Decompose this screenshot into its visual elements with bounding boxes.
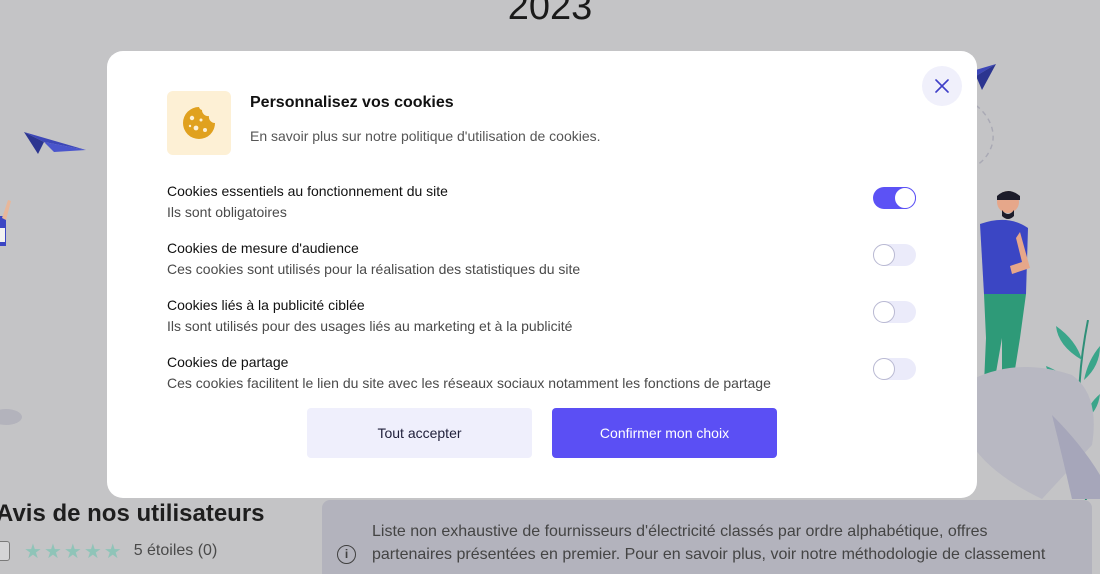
toggle-sharing[interactable] xyxy=(873,358,916,380)
cookie-preferences-modal: Personnalisez vos cookies En savoir plus… xyxy=(107,51,977,498)
ranking-info-text: Liste non exhaustive de fournisseurs d'é… xyxy=(372,523,1046,563)
accept-all-button[interactable]: Tout accepter xyxy=(307,408,532,458)
preference-description: Ils sont obligatoires xyxy=(167,204,287,220)
star-icon: ★ xyxy=(24,540,42,563)
preference-sharing: Cookies de partage Ces cookies faciliten… xyxy=(167,353,917,399)
toggle-knob xyxy=(873,301,895,323)
reviews-checkbox[interactable] xyxy=(0,541,10,561)
cookie-badge xyxy=(167,91,231,155)
close-icon xyxy=(935,79,949,93)
star-icon: ★ xyxy=(103,540,122,563)
preference-title: Cookies liés à la publicité ciblée xyxy=(167,297,365,313)
reviews-rating-row: ★ ★ ★ ★ ★ 5 étoiles (0) xyxy=(0,539,218,564)
preference-title: Cookies essentiels au fonctionnement du … xyxy=(167,183,448,199)
preference-title: Cookies de partage xyxy=(167,354,289,370)
toggle-audience[interactable] xyxy=(873,244,916,266)
cookie-policy-link[interactable]: En savoir plus sur notre politique d'uti… xyxy=(250,128,601,144)
preference-title: Cookies de mesure d'audience xyxy=(167,240,359,256)
info-icon: i xyxy=(337,545,356,564)
paper-plane-illustration xyxy=(24,132,86,154)
preference-essential: Cookies essentiels au fonctionnement du … xyxy=(167,182,917,228)
preference-audience: Cookies de mesure d'audience Ces cookies… xyxy=(167,239,917,285)
close-button[interactable] xyxy=(922,66,962,106)
year-heading: 2023 xyxy=(507,0,593,28)
toggle-knob xyxy=(873,244,895,266)
cookie-icon xyxy=(183,107,215,139)
rating-label: 5 étoiles (0) xyxy=(133,542,218,559)
reviews-heading: Avis de nos utilisateurs xyxy=(0,500,265,527)
modal-title: Personnalisez vos cookies xyxy=(250,94,454,111)
preference-description: Ils sont utilisés pour des usages liés a… xyxy=(167,318,573,334)
rating-stars: ★ ★ ★ ★ ★ xyxy=(24,539,122,564)
star-icon: ★ xyxy=(43,540,62,563)
toggle-knob xyxy=(894,187,916,209)
decorative-shape xyxy=(0,409,22,425)
toggle-essential[interactable] xyxy=(873,187,916,209)
preference-description: Ces cookies sont utilisés pour la réalis… xyxy=(167,261,581,277)
preference-advertising: Cookies liés à la publicité ciblée Ils s… xyxy=(167,296,917,342)
toggle-advertising[interactable] xyxy=(873,301,916,323)
ranking-info-panel: i Liste non exhaustive de fournisseurs d… xyxy=(322,500,1092,574)
toggle-knob xyxy=(873,358,895,380)
star-icon: ★ xyxy=(63,540,82,563)
star-icon: ★ xyxy=(83,540,102,563)
preference-description: Ces cookies facilitent le lien du site a… xyxy=(167,375,771,391)
confirm-choice-button[interactable]: Confirmer mon choix xyxy=(552,408,777,458)
person-illustration xyxy=(0,200,11,246)
